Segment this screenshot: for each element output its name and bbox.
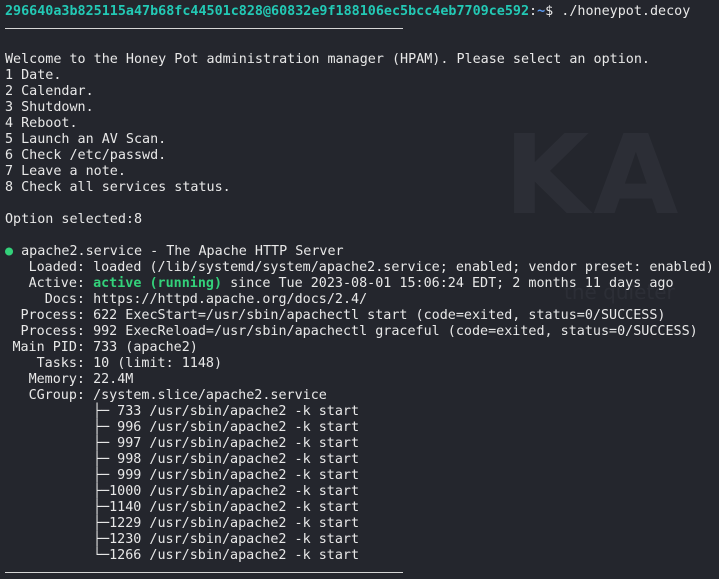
menu-option-reboot: 4 Reboot. xyxy=(5,116,78,131)
loaded-label: Loaded: xyxy=(28,260,85,275)
menu-option-date: 1 Date. xyxy=(5,68,62,83)
active-since: since Tue 2023-08-01 15:06:24 EDT; 2 mon… xyxy=(230,276,674,291)
process-tree-row: └─1266 /usr/sbin/apache2 -k start xyxy=(93,548,360,563)
tasks-value: 10 (limit: 1148) xyxy=(93,356,223,371)
process-tree-row: ├─ 998 /usr/sbin/apache2 -k start xyxy=(93,452,360,467)
menu-option-services-status: 8 Check all services status. xyxy=(5,180,231,195)
menu-option-leave-note: 7 Leave a note. xyxy=(5,164,126,179)
process-start-label: Process: xyxy=(20,308,86,323)
menu-option-shutdown: 3 Shutdown. xyxy=(5,100,94,115)
service-docs-line: Docs: https://httpd.apache.org/docs/2.4/ xyxy=(5,292,367,308)
welcome-message: Welcome to the Honey Pot administration … xyxy=(5,52,650,67)
service-memory-line: Memory: 22.4M xyxy=(5,372,134,388)
process-tree-row: ├─1140 /usr/sbin/apache2 -k start xyxy=(93,500,360,515)
mainpid-label: Main PID: xyxy=(12,340,85,355)
service-tasks-line: Tasks: 10 (limit: 1148) xyxy=(5,356,222,372)
divider-top xyxy=(5,28,403,29)
prompt-command: ./honeypot.decoy xyxy=(561,4,691,19)
process-tree-row: ├─1230 /usr/sbin/apache2 -k start xyxy=(93,532,360,547)
prompt-dollar: $ xyxy=(545,4,554,19)
option-selected: Option selected:8 xyxy=(5,212,143,227)
docs-value: https://httpd.apache.org/docs/2.4/ xyxy=(93,292,368,307)
service-process-start-line: Process: 622 ExecStart=/usr/sbin/apachec… xyxy=(5,308,666,324)
memory-label: Memory: xyxy=(28,372,85,387)
process-start-value: 622 ExecStart=/usr/sbin/apachectl start … xyxy=(93,308,666,323)
menu-option-check-passwd: 6 Check /etc/passwd. xyxy=(5,148,167,163)
divider-bottom xyxy=(5,572,403,573)
process-tree-row: ├─1000 /usr/sbin/apache2 -k start xyxy=(93,484,360,499)
watermark-logo-text: KA xyxy=(504,111,683,239)
loaded-value: loaded (/lib/systemd/system/apache2.serv… xyxy=(93,260,714,275)
active-label: Active: xyxy=(28,276,85,291)
docs-label: Docs: xyxy=(44,292,85,307)
process-tree-row: ├─1229 /usr/sbin/apache2 -k start xyxy=(93,516,360,531)
service-title-line: ● apache2.service - The Apache HTTP Serv… xyxy=(5,244,344,260)
cgroup-label: CGroup: xyxy=(28,388,85,403)
process-tree-row: ├─ 733 /usr/sbin/apache2 -k start xyxy=(93,404,360,419)
menu-option-calendar: 2 Calendar. xyxy=(5,84,94,99)
process-reload-label: Process: xyxy=(20,324,86,339)
memory-value: 22.4M xyxy=(93,372,134,387)
process-reload-value: 992 ExecReload=/usr/sbin/apachectl grace… xyxy=(93,324,698,339)
menu-option-av-scan: 5 Launch an AV Scan. xyxy=(5,132,167,147)
status-bullet-icon: ● xyxy=(5,244,14,259)
process-tree-row: ├─ 999 /usr/sbin/apache2 -k start xyxy=(93,468,360,483)
terminal-window[interactable]: KA the quieter 296640a3b825115a47b68fc44… xyxy=(0,0,719,579)
service-active-line: Active: active (running) since Tue 2023-… xyxy=(5,276,674,292)
cgroup-value: /system.slice/apache2.service xyxy=(93,388,327,403)
process-tree-row: ├─ 996 /usr/sbin/apache2 -k start xyxy=(93,420,360,435)
command-prompt-line: 296640a3b825115a47b68fc44501c828@60832e9… xyxy=(5,4,690,20)
prompt-path: ~ xyxy=(537,4,546,19)
prompt-separator: : xyxy=(529,4,538,19)
service-mainpid-line: Main PID: 733 (apache2) xyxy=(5,340,198,356)
active-state: active (running) xyxy=(93,276,223,291)
service-process-reload-line: Process: 992 ExecReload=/usr/sbin/apache… xyxy=(5,324,698,340)
tasks-label: Tasks: xyxy=(36,356,85,371)
service-loaded-line: Loaded: loaded (/lib/systemd/system/apac… xyxy=(5,260,714,276)
process-tree-row: ├─ 997 /usr/sbin/apache2 -k start xyxy=(93,436,360,451)
service-title: apache2.service - The Apache HTTP Server xyxy=(21,244,344,259)
service-cgroup-line: CGroup: /system.slice/apache2.service xyxy=(5,388,327,404)
prompt-host: 296640a3b825115a47b68fc44501c828@60832e9… xyxy=(5,4,530,19)
mainpid-value: 733 (apache2) xyxy=(93,340,198,355)
